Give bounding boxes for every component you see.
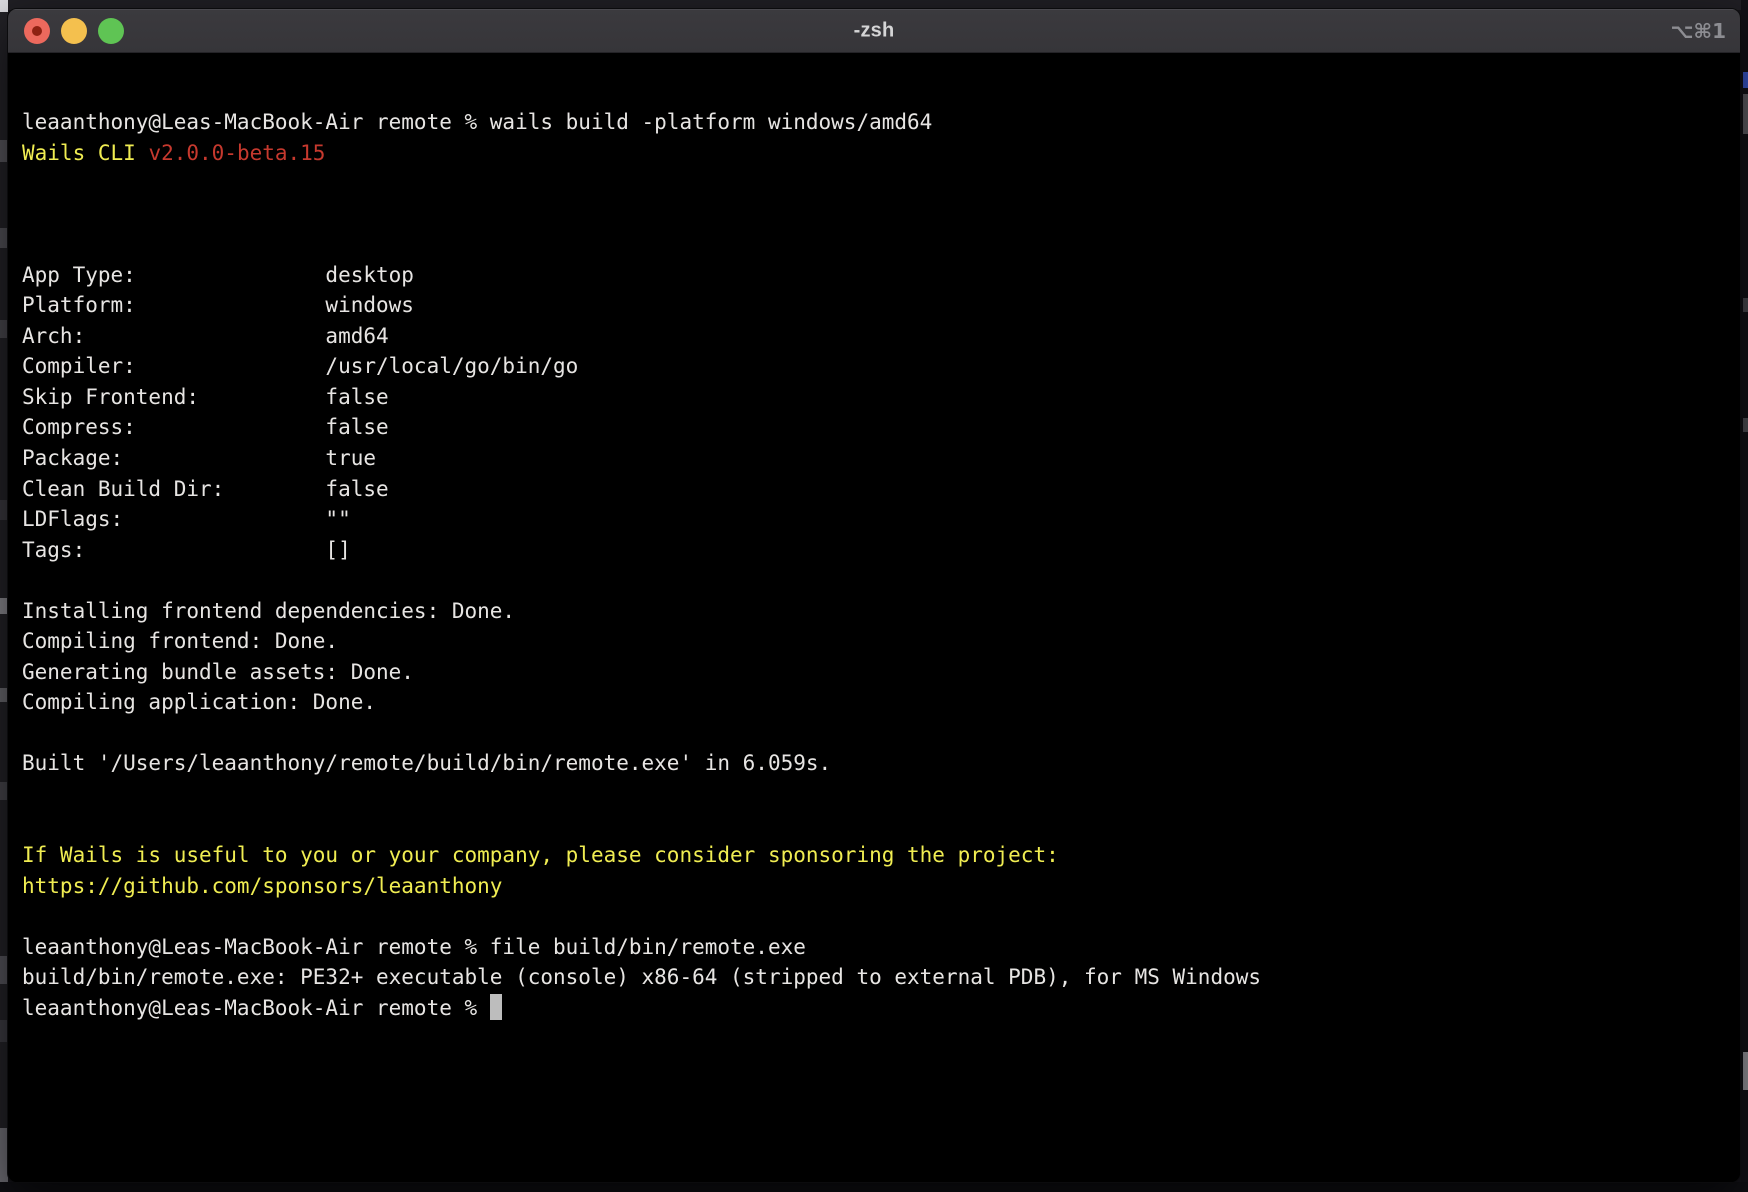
background-text-fragment bbox=[0, 320, 7, 338]
terminal-line: Installing frontend dependencies: Done. bbox=[22, 596, 1740, 627]
terminal-line: Package: true bbox=[22, 443, 1740, 474]
background-accent-fragment bbox=[1743, 72, 1748, 88]
background-text-fragment bbox=[0, 782, 7, 800]
terminal-text: https://github.com/sponsors/leaanthony bbox=[22, 874, 502, 898]
terminal-line: leaanthony@Leas-MacBook-Air remote % bbox=[22, 993, 1740, 1024]
terminal-text: Skip Frontend: false bbox=[22, 385, 389, 409]
desktop-background-bottom bbox=[0, 1182, 1748, 1192]
terminal-line bbox=[22, 718, 1740, 749]
terminal-line: leaanthony@Leas-MacBook-Air remote % wai… bbox=[22, 107, 1740, 138]
terminal-text: LDFlags: "" bbox=[22, 507, 351, 531]
terminal-output: leaanthony@Leas-MacBook-Air remote % wai… bbox=[22, 107, 1740, 1023]
close-button[interactable] bbox=[24, 18, 50, 44]
terminal-line bbox=[22, 810, 1740, 841]
terminal-text: Package: true bbox=[22, 446, 376, 470]
terminal-text: Compiling application: Done. bbox=[22, 690, 376, 714]
minimize-button[interactable] bbox=[61, 18, 87, 44]
terminal-line: Platform: windows bbox=[22, 290, 1740, 321]
background-window-right-sliver bbox=[1741, 0, 1748, 1192]
background-text-fragment bbox=[0, 598, 7, 614]
background-text-fragment bbox=[0, 140, 7, 162]
zoom-button[interactable] bbox=[98, 18, 124, 44]
terminal-text: Compiler: /usr/local/go/bin/go bbox=[22, 354, 578, 378]
window-title: -zsh bbox=[854, 19, 895, 42]
terminal-text: Wails CLI bbox=[22, 141, 148, 165]
title-bar[interactable]: -zsh ⌥⌘1 bbox=[8, 9, 1740, 53]
terminal-text: Compiling frontend: Done. bbox=[22, 629, 338, 653]
window-controls bbox=[24, 9, 124, 53]
terminal-line: LDFlags: "" bbox=[22, 504, 1740, 535]
terminal-line: Wails CLI v2.0.0-beta.15 bbox=[22, 138, 1740, 169]
terminal-line: build/bin/remote.exe: PE32+ executable (… bbox=[22, 962, 1740, 993]
terminal-text: leaanthony@Leas-MacBook-Air remote % fil… bbox=[22, 935, 806, 959]
terminal-text: Compress: false bbox=[22, 415, 389, 439]
background-text-fragment bbox=[1743, 418, 1748, 432]
background-text-fragment bbox=[0, 688, 7, 702]
background-text-fragment bbox=[0, 0, 8, 12]
terminal-text: leaanthony@Leas-MacBook-Air remote % wai… bbox=[22, 110, 932, 134]
terminal-line: leaanthony@Leas-MacBook-Air remote % fil… bbox=[22, 932, 1740, 963]
terminal-line: Generating bundle assets: Done. bbox=[22, 657, 1740, 688]
terminal-line: Compiling frontend: Done. bbox=[22, 626, 1740, 657]
terminal-line: Compiler: /usr/local/go/bin/go bbox=[22, 351, 1740, 382]
terminal-line bbox=[22, 199, 1740, 230]
terminal-line bbox=[22, 901, 1740, 932]
terminal-body[interactable]: leaanthony@Leas-MacBook-Air remote % wai… bbox=[8, 53, 1740, 1182]
terminal-line: Compiling application: Done. bbox=[22, 687, 1740, 718]
terminal-line: Clean Build Dir: false bbox=[22, 474, 1740, 505]
terminal-text: Generating bundle assets: Done. bbox=[22, 660, 414, 684]
terminal-line bbox=[22, 229, 1740, 260]
terminal-text: build/bin/remote.exe: PE32+ executable (… bbox=[22, 965, 1261, 989]
terminal-line: App Type: desktop bbox=[22, 260, 1740, 291]
background-text-fragment bbox=[1743, 94, 1748, 134]
terminal-line: Built '/Users/leaanthony/remote/build/bi… bbox=[22, 748, 1740, 779]
terminal-text: Arch: amd64 bbox=[22, 324, 389, 348]
background-scrollbar-fragment bbox=[1743, 1052, 1748, 1090]
terminal-text: Installing frontend dependencies: Done. bbox=[22, 599, 515, 623]
terminal-text: Platform: windows bbox=[22, 293, 414, 317]
background-text-fragment bbox=[0, 228, 7, 248]
terminal-line bbox=[22, 168, 1740, 199]
tab-shortcut-badge: ⌥⌘1 bbox=[1670, 19, 1726, 43]
terminal-text: Built '/Users/leaanthony/remote/build/bi… bbox=[22, 751, 831, 775]
terminal-text: leaanthony@Leas-MacBook-Air remote % bbox=[22, 996, 490, 1020]
terminal-text: Tags: [] bbox=[22, 538, 351, 562]
terminal-line: Compress: false bbox=[22, 412, 1740, 443]
terminal-line: Skip Frontend: false bbox=[22, 382, 1740, 413]
background-text-fragment bbox=[0, 1020, 7, 1042]
terminal-cursor bbox=[490, 994, 503, 1020]
terminal-line: If Wails is useful to you or your compan… bbox=[22, 840, 1740, 871]
terminal-line: Tags: [] bbox=[22, 535, 1740, 566]
terminal-line bbox=[22, 565, 1740, 596]
background-text-fragment bbox=[0, 956, 7, 984]
terminal-line bbox=[22, 779, 1740, 810]
terminal-text: v2.0.0-beta.15 bbox=[148, 141, 325, 165]
terminal-window: -zsh ⌥⌘1 leaanthony@Leas-MacBook-Air rem… bbox=[7, 8, 1741, 1183]
terminal-text: App Type: desktop bbox=[22, 263, 414, 287]
background-text-fragment bbox=[1743, 298, 1748, 312]
terminal-text: If Wails is useful to you or your compan… bbox=[22, 843, 1059, 867]
terminal-text: Clean Build Dir: false bbox=[22, 477, 389, 501]
terminal-line: https://github.com/sponsors/leaanthony bbox=[22, 871, 1740, 902]
terminal-line: Arch: amd64 bbox=[22, 321, 1740, 352]
background-text-fragment bbox=[0, 500, 7, 520]
